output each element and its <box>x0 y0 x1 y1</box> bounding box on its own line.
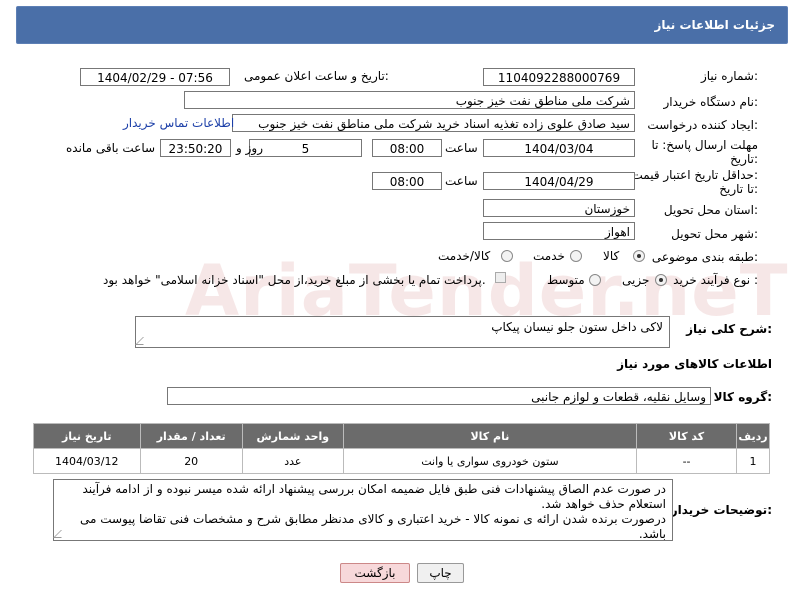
description-textarea[interactable]: لاکی داخل ستون جلو نیسان پیکاپ <box>135 316 670 348</box>
page-title: جزئیات اطلاعات نیاز <box>654 18 775 32</box>
process-label: نوع فرآیند خرید : <box>673 273 758 287</box>
category-label: طبقه بندی موضوعی: <box>651 250 758 264</box>
remaining-time-label: ساعت باقی مانده <box>66 141 156 155</box>
process-radio-minor[interactable] <box>655 274 667 286</box>
reply-deadline-label-1: مهلت ارسال پاسخ: تا <box>651 138 758 152</box>
payment-treasury-checkbox[interactable] <box>495 272 506 283</box>
col-unit: واحد شمارش <box>241 423 344 449</box>
category-option-goods: کالا <box>603 249 620 263</box>
goods-group-label: گروه کالا: <box>713 390 772 404</box>
price-date-field: 1404/04/29 <box>483 172 635 190</box>
col-item-name: نام کالا <box>342 423 638 449</box>
creator-field: سید صادق علوی زاده تغذیه اسناد خرید شرکت… <box>232 114 635 132</box>
buyer-field: شرکت ملی مناطق نفت خیز جنوب <box>184 91 635 109</box>
back-button[interactable]: بازگشت <box>340 563 410 583</box>
cell-need-date: 1404/03/12 <box>33 448 141 474</box>
goods-table: ردیف کد کالا نام کالا واحد شمارش تعداد /… <box>33 423 770 474</box>
cell-quantity: 20 <box>139 448 243 474</box>
watermark-logo: AriaTender.neT <box>185 250 788 332</box>
contact-buyer-link[interactable]: اطلاعات تماس خریدار <box>123 116 234 130</box>
description-text: لاکی داخل ستون جلو نیسان پیکاپ <box>491 320 663 334</box>
page-header: جزئیات اطلاعات نیاز <box>16 6 788 44</box>
buyer-notes-textarea[interactable]: در صورت عدم الصاق پیشنهادات فنی طبق فایل… <box>53 479 673 541</box>
buyer-label: نام دستگاه خریدار: <box>663 95 759 109</box>
print-button[interactable]: چاپ <box>417 563 464 583</box>
process-option-minor: جزیی <box>622 273 650 287</box>
price-time-field: 08:00 <box>372 172 442 190</box>
description-label: شرح کلی نیاز: <box>686 322 772 336</box>
payment-note: پرداخت تمام یا بخشی از مبلغ خرید،از محل … <box>103 273 486 287</box>
creator-label: ایجاد کننده درخواست: <box>647 118 758 132</box>
buyer-notes-text: در صورت عدم الصاق پیشنهادات فنی طبق فایل… <box>79 482 666 541</box>
table-row: 1 -- ستون خودروی سواری یا وانت عدد 20 14… <box>33 448 770 474</box>
category-radio-goods-service[interactable] <box>501 250 513 262</box>
col-need-date: تاریخ نیاز <box>33 423 141 449</box>
price-validity-label-1: حداقل تاریخ اعتبار قیمت: <box>631 168 758 182</box>
price-time-label: ساعت <box>445 174 478 188</box>
price-validity-label-2: تا تاریخ: <box>719 182 758 196</box>
resize-handle-icon <box>135 337 151 345</box>
table-header-row: ردیف کد کالا نام کالا واحد شمارش تعداد /… <box>33 423 770 449</box>
city-label: شهر محل تحویل: <box>671 227 758 241</box>
announce-field: 1404/02/29 - 07:56 <box>80 68 230 86</box>
remaining-time-field: 23:50:20 <box>160 139 231 157</box>
reply-time-field: 08:00 <box>372 139 442 157</box>
reply-date-field: 1404/03/04 <box>483 139 635 157</box>
need-number-field: 1104092288000769 <box>483 68 635 86</box>
process-option-medium: متوسط <box>547 273 585 287</box>
category-option-service: خدمت <box>533 249 565 263</box>
days-label: روز و <box>236 141 263 155</box>
province-field: خوزستان <box>483 199 635 217</box>
announce-label: تاریخ و ساعت اعلان عمومی: <box>244 69 389 83</box>
city-field: اهواز <box>483 222 635 240</box>
category-radio-service[interactable] <box>570 250 582 262</box>
province-label: استان محل تحویل: <box>663 203 758 217</box>
buyer-notes-label: توضیحات خریدار: <box>670 503 772 517</box>
goods-group-field: وسایل نقلیه، قطعات و لوازم جانبی <box>167 387 711 405</box>
col-item-code: کد کالا <box>636 423 738 449</box>
category-option-goods-service: کالا/خدمت <box>438 249 491 263</box>
process-radio-medium[interactable] <box>589 274 601 286</box>
reply-time-label: ساعت <box>445 141 478 155</box>
cell-unit: عدد <box>241 448 344 474</box>
cell-item-code: -- <box>636 448 738 474</box>
days-field: 5 <box>249 139 362 157</box>
need-number-label: شماره نیاز: <box>700 69 758 83</box>
goods-section-title: اطلاعات کالاهای مورد نیاز <box>617 357 772 371</box>
col-row-number: ردیف <box>736 423 770 449</box>
col-quantity: تعداد / مقدار <box>139 423 243 449</box>
cell-row-number: 1 <box>736 448 770 474</box>
category-radio-goods[interactable] <box>633 250 645 262</box>
cell-item-name: ستون خودروی سواری یا وانت <box>342 448 638 474</box>
resize-handle-icon <box>53 530 69 538</box>
reply-deadline-label-2: تاریخ: <box>730 152 758 166</box>
